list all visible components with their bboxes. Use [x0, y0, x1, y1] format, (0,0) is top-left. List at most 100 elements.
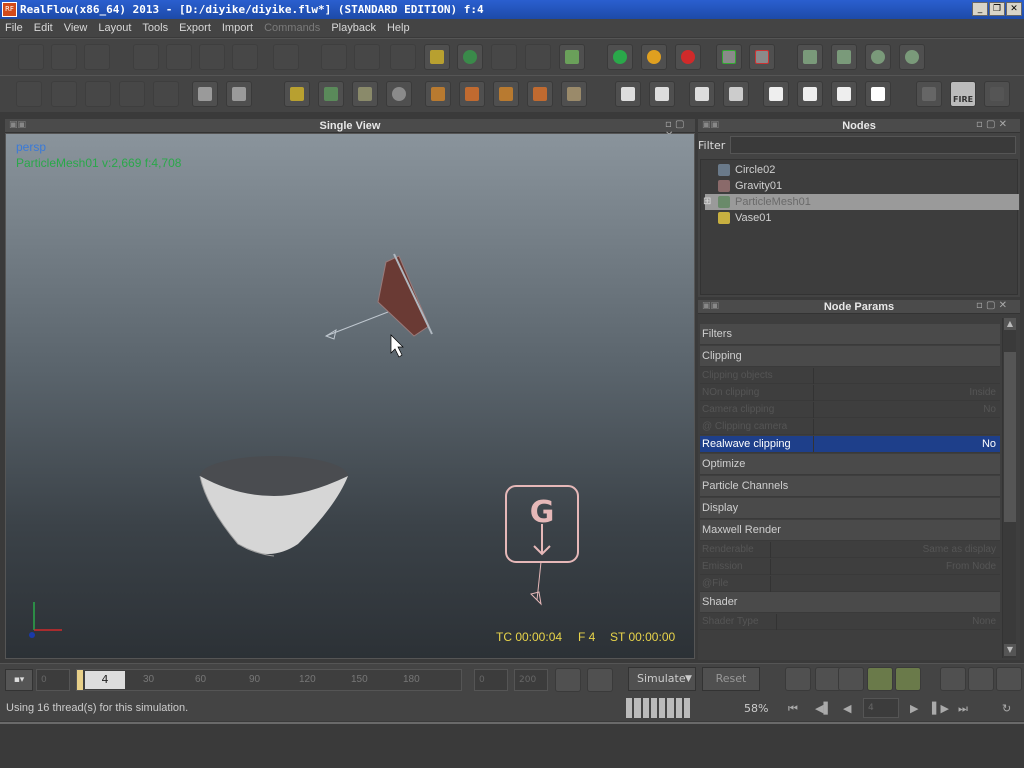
events-script-icon[interactable] — [899, 44, 925, 70]
param-file[interactable]: @File — [700, 576, 1000, 592]
param-clipping-camera[interactable]: @ Clipping camera — [700, 419, 1000, 435]
select-tool-icon[interactable] — [133, 44, 159, 70]
panel-grip-icon[interactable]: ▣▣ — [702, 301, 719, 311]
section-shader[interactable]: Shader — [700, 592, 1000, 613]
new-scene-icon[interactable] — [18, 44, 44, 70]
node-item-vase01[interactable]: Vase01 — [705, 210, 1019, 226]
export-object-icon[interactable] — [85, 81, 111, 107]
menu-export[interactable]: Export — [179, 22, 211, 34]
view-cube-a-icon[interactable] — [615, 81, 641, 107]
start-frame-field[interactable]: 0 — [36, 669, 70, 691]
section-clipping[interactable]: Clipping — [700, 346, 1000, 367]
range-start-field[interactable]: 0 — [474, 669, 508, 691]
param-renderable[interactable]: Renderable Same as display — [700, 542, 1000, 558]
loop-icon[interactable]: ↻ — [1002, 702, 1011, 715]
panel-float-icon[interactable]: ▫ ▢ ✕ — [976, 119, 1007, 130]
expand-icon[interactable]: ⊞ — [703, 194, 711, 210]
link-icon[interactable] — [119, 81, 145, 107]
param-clipping-objects[interactable]: Clipping objects — [700, 368, 1000, 384]
reset-button[interactable]: Reset — [702, 667, 760, 691]
settings-wrench-icon[interactable] — [996, 667, 1022, 691]
add-mesh-icon[interactable] — [457, 44, 483, 70]
timer-script-icon[interactable] — [865, 44, 891, 70]
param-camera-clipping[interactable]: Camera clipping No — [700, 402, 1000, 418]
scroll-thumb[interactable] — [1004, 352, 1016, 522]
add-realwave-icon[interactable] — [525, 44, 551, 70]
rotate-tool-icon[interactable] — [199, 44, 225, 70]
import-object-icon[interactable] — [51, 81, 77, 107]
timeline-slider[interactable]: 4 30 60 90 120 150 180 — [76, 669, 462, 691]
param-realwave-clipping[interactable]: Realwave clipping No — [700, 436, 1000, 453]
open-scene-icon[interactable] — [51, 44, 77, 70]
menu-help[interactable]: Help — [387, 22, 410, 34]
texture-d-icon[interactable] — [527, 81, 553, 107]
menu-edit[interactable]: Edit — [34, 22, 53, 34]
section-maxwell-render[interactable]: Maxwell Render — [700, 520, 1000, 541]
simulate-button[interactable]: Simulate ▼ — [628, 667, 696, 691]
shelf-icon[interactable] — [284, 81, 310, 107]
section-particle-channels[interactable]: Particle Channels — [700, 476, 1000, 497]
fire-render-icon[interactable]: FIRE — [950, 81, 976, 107]
add-object-icon[interactable] — [390, 44, 416, 70]
delete-cache-icon[interactable] — [749, 44, 775, 70]
add-group-icon[interactable] — [559, 44, 585, 70]
view-cube-b-icon[interactable] — [649, 81, 675, 107]
panel-grip-icon[interactable]: ▣▣ — [9, 120, 26, 130]
timeline-playhead[interactable] — [77, 670, 83, 690]
skip-frame-a-icon[interactable] — [867, 667, 893, 691]
batch-script-icon[interactable] — [831, 44, 857, 70]
red-light-icon[interactable] — [675, 44, 701, 70]
play-forward-icon[interactable]: ▶ — [910, 702, 918, 715]
scale-tool-icon[interactable] — [232, 44, 258, 70]
frame-number-field[interactable]: 4 — [863, 698, 899, 718]
panel-float-icon[interactable]: ▫ ▢ ✕ — [976, 300, 1007, 311]
curve-editor-icon[interactable] — [352, 81, 378, 107]
texture-c-icon[interactable] — [493, 81, 519, 107]
add-camera-icon[interactable] — [491, 44, 517, 70]
shading-solid-icon[interactable] — [865, 81, 891, 107]
menu-file[interactable]: File — [5, 22, 23, 34]
timeline-menu-icon[interactable]: ▪▾ — [5, 669, 33, 691]
relationship-editor-icon[interactable] — [318, 81, 344, 107]
section-filters[interactable]: Filters — [700, 324, 1000, 345]
shading-flat-icon[interactable] — [797, 81, 823, 107]
3d-viewport-canvas[interactable]: persp ParticleMesh01 v:2,669 f:4,708 G T… — [6, 134, 694, 658]
menu-tools[interactable]: Tools — [142, 22, 168, 34]
particle-view-icon[interactable] — [386, 81, 412, 107]
node-item-circle02[interactable]: Circle02 — [705, 162, 1019, 178]
param-emission[interactable]: Emission From Node — [700, 559, 1000, 575]
chevron-down-icon[interactable]: ▼ — [685, 668, 692, 690]
panel-grip-icon[interactable]: ▣▣ — [702, 120, 719, 130]
step-forward-icon[interactable] — [968, 667, 994, 691]
view-frame-icon[interactable] — [689, 81, 715, 107]
green-light-icon[interactable] — [607, 44, 633, 70]
scroll-down-icon[interactable]: ▼ — [1004, 644, 1016, 656]
range-key-icon[interactable] — [587, 668, 613, 692]
step-back-icon[interactable] — [940, 667, 966, 691]
save-scene-icon[interactable] — [84, 44, 110, 70]
eye-icon[interactable] — [838, 667, 864, 691]
clipboard-icon[interactable] — [16, 81, 42, 107]
range-fit-icon[interactable] — [555, 668, 581, 692]
box-open-icon[interactable] — [192, 81, 218, 107]
shading-wire-icon[interactable] — [763, 81, 789, 107]
hourglass-icon[interactable] — [561, 81, 587, 107]
prev-frame-icon[interactable]: ◀▌ — [815, 702, 832, 715]
save-cache-icon[interactable] — [716, 44, 742, 70]
shading-smooth-icon[interactable] — [831, 81, 857, 107]
range-end-field[interactable]: 200 — [514, 669, 548, 691]
next-frame-icon[interactable]: ▌▶ — [932, 702, 949, 715]
param-non-clipping[interactable]: NOn clipping Inside — [700, 385, 1000, 401]
render-settings-icon[interactable] — [916, 81, 942, 107]
menu-commands[interactable]: Commands — [264, 22, 320, 34]
menu-layout[interactable]: Layout — [98, 22, 131, 34]
add-cube-icon[interactable] — [424, 44, 450, 70]
menu-import[interactable]: Import — [222, 22, 253, 34]
add-daemon-icon[interactable] — [354, 44, 380, 70]
pivot-tool-icon[interactable] — [273, 44, 299, 70]
box-closed-icon[interactable] — [226, 81, 252, 107]
close-window-button[interactable]: ✕ — [1006, 2, 1022, 16]
render-output-icon[interactable] — [984, 81, 1010, 107]
menu-playback[interactable]: Playback — [331, 22, 376, 34]
param-shader-type[interactable]: Shader Type None — [700, 614, 1000, 630]
